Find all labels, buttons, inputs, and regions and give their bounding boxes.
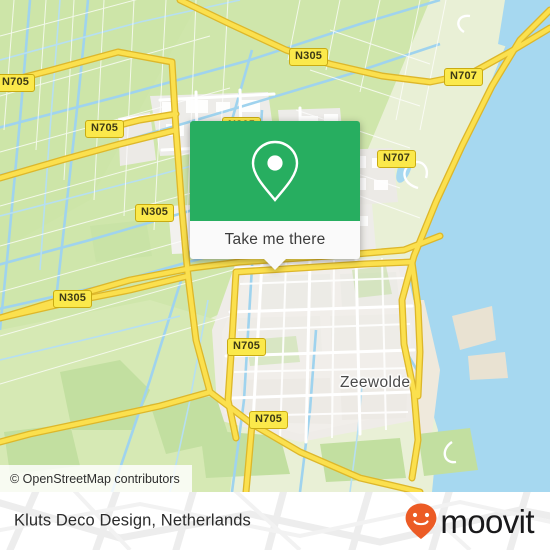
footer-bar: Kluts Deco Design, Netherlands moovit [0,492,550,550]
map-attribution[interactable]: © OpenStreetMap contributors [0,465,192,492]
popup-pointer [264,259,286,270]
place-label-zeewolde: Zeewolde [340,374,411,391]
road-shield: N705 [85,120,125,138]
map-pin-icon [251,140,299,202]
take-me-there-button[interactable]: Take me there [190,221,360,259]
moovit-wordmark: moovit [440,502,534,540]
location-popup-card[interactable]: Take me there [190,121,360,270]
road-shield: N305 [53,290,93,308]
road-shield: N705 [249,411,289,429]
popup-header [190,121,360,221]
road-shield: N305 [135,204,175,222]
moovit-pin-icon [405,503,437,539]
moovit-location-screenshot: N305 N705 N707 N705 N305 N707 N305 N305 … [0,0,550,550]
road-shield: N305 [289,48,329,66]
road-shield: N707 [444,68,484,86]
road-shield: N705 [0,74,36,92]
map-canvas[interactable]: N305 N705 N707 N705 N305 N707 N305 N305 … [0,0,550,492]
take-me-there-label: Take me there [224,231,326,248]
attribution-text: © OpenStreetMap contributors [10,471,180,486]
road-shield: N707 [377,150,417,168]
road-shield: N705 [227,338,267,356]
moovit-logo[interactable]: moovit [404,502,535,540]
location-title: Kluts Deco Design, Netherlands [14,511,251,530]
